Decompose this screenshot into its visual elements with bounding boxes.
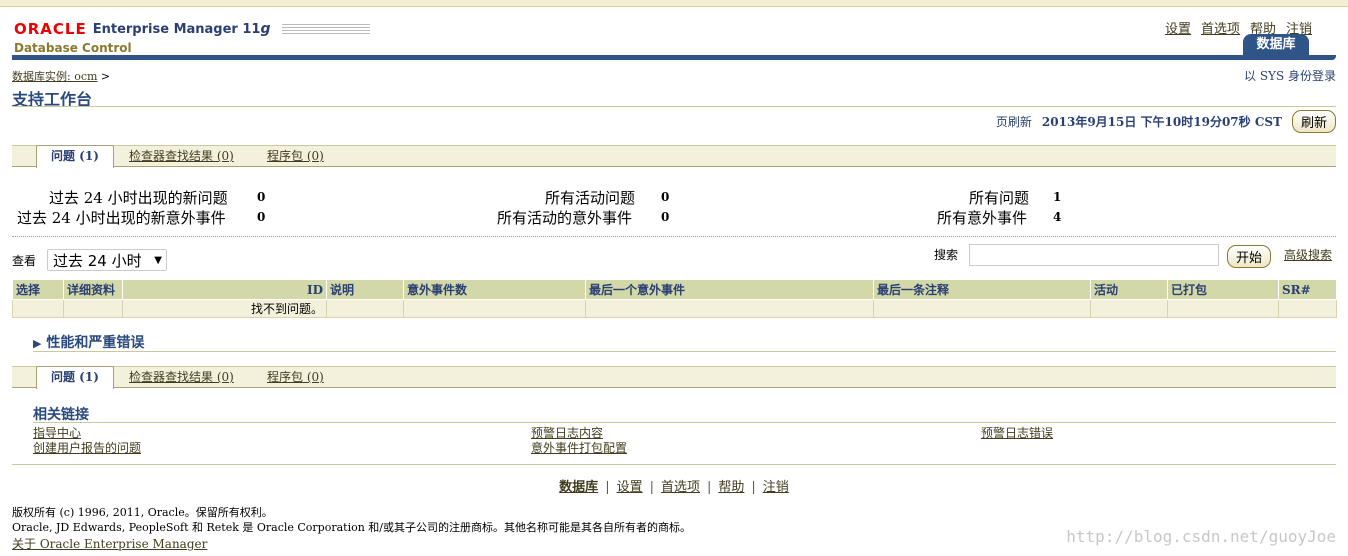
table-cell [12, 299, 64, 318]
footer-link-logout[interactable]: 注销 [763, 480, 789, 495]
footer-separator: | [707, 480, 712, 495]
col-last-comment[interactable]: 最后一条注释 [873, 279, 1091, 300]
perf-section-divider [33, 351, 1336, 352]
login-status: 以 SYS 身份登录 [1244, 69, 1336, 83]
stat-label-all-problems: 所有问题 [969, 189, 1030, 207]
watermark-text: http://blog.csdn.net/guoyJoe [1066, 527, 1336, 546]
top-link-settings[interactable]: 设置 [1165, 18, 1191, 37]
related-links-divider [33, 422, 1336, 423]
col-active[interactable]: 活动 [1090, 279, 1168, 300]
link-alert-log-errors[interactable]: 预警日志错误 [981, 424, 1053, 441]
col-last-incident[interactable]: 最后一个意外事件 [585, 279, 874, 300]
col-select[interactable]: 选择 [12, 279, 64, 300]
breadcrumb: 数据库实例: ocm > [12, 68, 110, 84]
subtab-problems-bottom[interactable]: 问题 (1) [36, 366, 114, 389]
search-input[interactable] [969, 244, 1219, 266]
title-divider [12, 106, 1336, 107]
go-button[interactable]: 开始 [1227, 245, 1272, 268]
link-incident-packaging-config[interactable]: 意外事件打包配置 [531, 439, 627, 456]
footer-link-settings[interactable]: 设置 [617, 480, 643, 495]
stat-value-all-incidents: 4 [1053, 210, 1062, 224]
footer-separator: | [605, 480, 610, 495]
stat-label-all-incidents: 所有意外事件 [937, 209, 1028, 227]
refresh-label: 页刷新 [995, 115, 1032, 129]
perf-section-title: 性能和严重错误 [46, 335, 145, 351]
subtab-checker-findings[interactable]: 检查器查找结果 (0) [129, 146, 234, 166]
problems-table: 选择 详细资料 ID 说明 意外事件数 最后一个意外事件 最后一条注释 活动 已… [12, 279, 1337, 318]
footer-separator: | [649, 480, 654, 495]
table-cell [1090, 299, 1168, 318]
subtab-problems[interactable]: 问题 (1) [36, 145, 114, 168]
col-sr-number[interactable]: SR# [1278, 279, 1337, 300]
chevron-down-icon: ▼ [154, 255, 162, 266]
breadcrumb-database-instance[interactable]: 数据库实例: ocm [12, 70, 97, 83]
col-details[interactable]: 详细资料 [63, 279, 123, 300]
table-row: 找不到问题。 [12, 299, 1337, 318]
top-link-preferences[interactable]: 首选项 [1201, 18, 1240, 37]
subtab-packages[interactable]: 程序包 (0) [267, 146, 324, 166]
stat-value-all-problems: 1 [1053, 190, 1062, 204]
refresh-timestamp: 2013年9月15日 下午10时19分07秒 CST [1041, 115, 1282, 129]
subtab-bar-top: 问题 (1) 检查器查找结果 (0) 程序包 (0) [12, 145, 1336, 168]
empty-table-message: 找不到问题。 [122, 299, 327, 318]
brand-stripes-decoration [282, 23, 371, 35]
refresh-button[interactable]: 刷新 [1291, 110, 1336, 133]
tab-database[interactable]: 数据库 [1243, 34, 1309, 56]
product-subtitle: Database Control [14, 41, 132, 55]
view-period-select[interactable]: 过去 24 小时 ▼ [47, 249, 167, 271]
brand-logo: ORACLE Enterprise Manager 11g Database C… [14, 20, 371, 55]
stat-value-active-incidents: 0 [661, 210, 670, 224]
window-top-strip [0, 0, 1348, 7]
stat-label-new-problems: 过去 24 小时出现的新问题 [49, 189, 228, 207]
table-cell [873, 299, 1091, 318]
footer-nav: 数据库 | 设置 | 首选项 | 帮助 | 注销 [0, 476, 1348, 495]
col-packaged[interactable]: 已打包 [1167, 279, 1279, 300]
footer-link-database[interactable]: 数据库 [559, 480, 598, 495]
table-header-row: 选择 详细资料 ID 说明 意外事件数 最后一个意外事件 最后一条注释 活动 已… [12, 279, 1337, 300]
col-incident-count[interactable]: 意外事件数 [403, 279, 586, 300]
expand-triangle-icon[interactable]: ▶ [33, 337, 41, 350]
stat-label-new-incidents: 过去 24 小时出现的新意外事件 [17, 209, 226, 227]
about-link[interactable]: 关于 Oracle Enterprise Manager [12, 535, 207, 552]
table-cell [403, 299, 586, 318]
table-cell [1278, 299, 1337, 318]
dotted-separator [12, 236, 1336, 237]
stat-value-active-problems: 0 [661, 190, 670, 204]
col-description[interactable]: 说明 [326, 279, 404, 300]
footer-link-help[interactable]: 帮助 [718, 480, 744, 495]
search-label: 搜索 [934, 248, 959, 262]
oracle-logo-text: ORACLE [14, 20, 87, 38]
col-id[interactable]: ID [122, 279, 327, 300]
subtab-bar-bottom: 问题 (1) 检查器查找结果 (0) 程序包 (0) [12, 366, 1336, 389]
perf-section-toggle[interactable]: ▶ 性能和严重错误 [33, 332, 144, 352]
footer-link-preferences[interactable]: 首选项 [661, 480, 700, 495]
related-links-title: 相关链接 [33, 407, 89, 423]
stat-value-new-incidents: 0 [257, 210, 266, 224]
subtab-packages-bottom[interactable]: 程序包 (0) [267, 367, 324, 387]
view-label: 查看 [12, 254, 37, 268]
global-tab-bar [12, 55, 1336, 60]
view-period-value: 过去 24 小时 [53, 252, 142, 270]
refresh-bar: 页刷新 2013年9月15日 下午10时19分07秒 CST 刷新 [996, 110, 1336, 133]
table-cell [1167, 299, 1279, 318]
table-cell [585, 299, 874, 318]
link-create-user-reported-problem[interactable]: 创建用户报告的问题 [33, 439, 141, 456]
subtab-checker-findings-bottom[interactable]: 检查器查找结果 (0) [129, 367, 234, 387]
footer-separator: | [751, 480, 756, 495]
table-cell [326, 299, 404, 318]
table-cell [63, 299, 123, 318]
trademark-text: Oracle, JD Edwards, PeopleSoft 和 Retek 是… [12, 521, 692, 534]
stat-label-active-incidents: 所有活动的意外事件 [497, 209, 633, 227]
footer-divider [12, 464, 1336, 465]
breadcrumb-separator: > [100, 70, 111, 83]
copyright-text: 版权所有 (c) 1996, 2011, Oracle。保留所有权利。 [12, 506, 273, 519]
stat-value-new-problems: 0 [257, 190, 266, 204]
advanced-search-link[interactable]: 高级搜索 [1284, 246, 1332, 263]
stat-label-active-problems: 所有活动问题 [545, 189, 636, 207]
product-name: Enterprise Manager 11g [92, 21, 271, 37]
